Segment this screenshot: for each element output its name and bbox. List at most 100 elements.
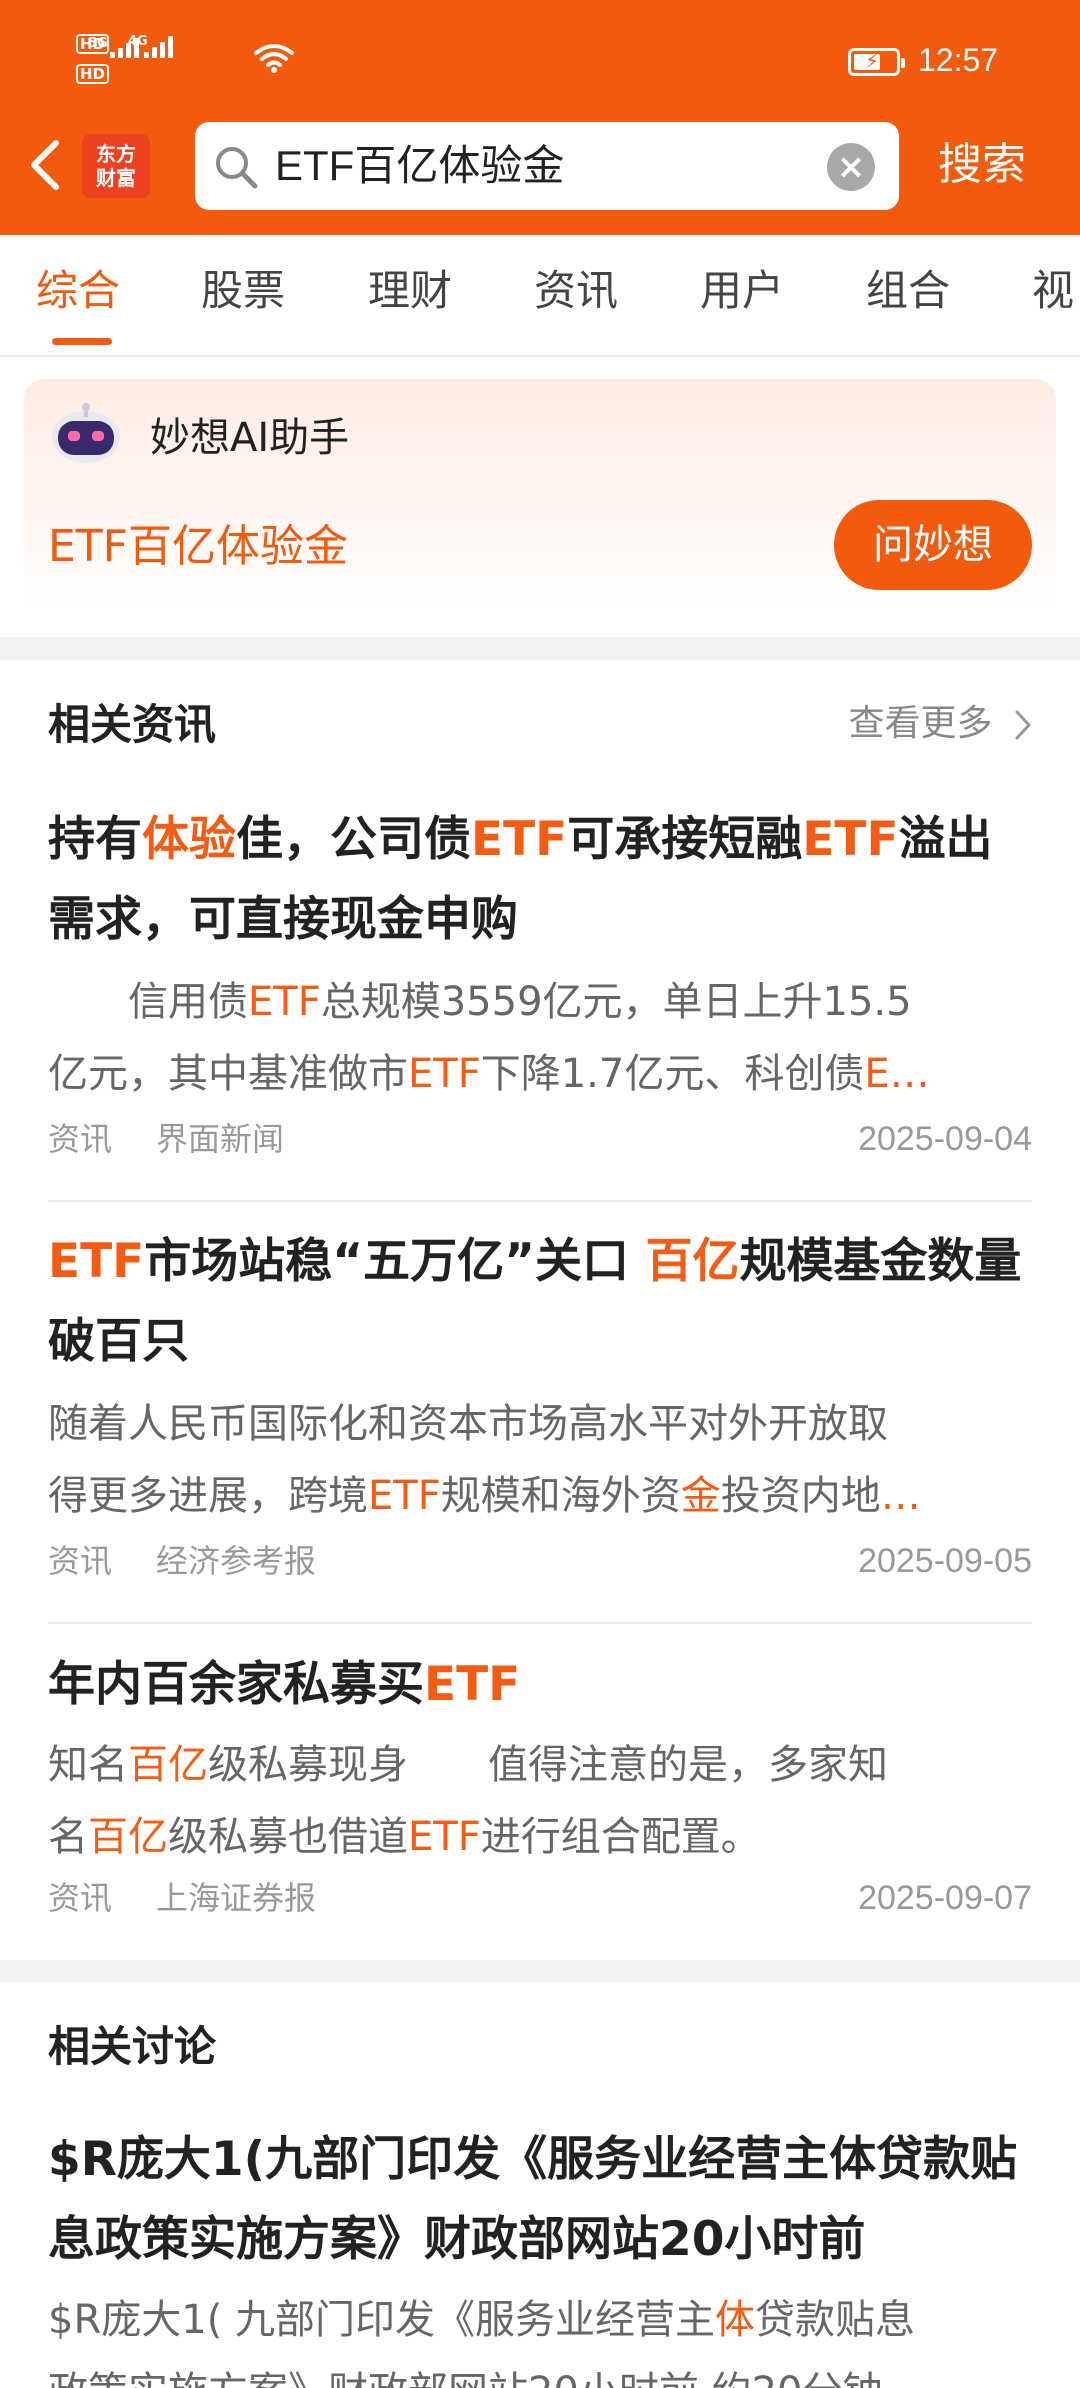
summary-line: 得更多进展，跨境ETF规模和海外资金投资内地… bbox=[48, 1460, 1032, 1532]
logo-line-1: 东方 bbox=[96, 142, 136, 166]
clear-search-icon[interactable]: × bbox=[827, 143, 875, 191]
text-run: 总规模3559亿元，单日上升15.5 bbox=[320, 979, 912, 1025]
news-item-meta: 资讯 上海证券报 2025-09-07 bbox=[48, 1873, 1032, 1923]
active-tab-indicator bbox=[52, 338, 112, 345]
sim1-net-label: 5G bbox=[88, 36, 108, 51]
highlight-text: 百亿 bbox=[88, 1814, 168, 1860]
text-run: 级私募现身 值得注意的是，多家知 bbox=[208, 1742, 888, 1788]
text-run: 年内百余家私募买 bbox=[48, 1657, 424, 1712]
news-item-summary: 知名百亿级私募现身 值得注意的是，多家知 名百亿级私募也借道ETF进行组合配置。 bbox=[48, 1729, 1032, 1873]
status-time: 12:57 bbox=[918, 42, 999, 78]
text-run: 得更多进展，跨境 bbox=[48, 1473, 368, 1519]
status-bar: HD HD 5G 4G ⚡ 12:57 bbox=[0, 0, 1080, 120]
tab-wealth[interactable]: 理财 bbox=[368, 263, 452, 319]
news-source: 上海证券报 bbox=[156, 1879, 317, 1917]
signal-bars-2-icon bbox=[144, 34, 173, 58]
text-run: 政策实施方案》财政部网站20小时前 约20分钟 bbox=[48, 2369, 883, 2388]
news-date: 2025-09-04 bbox=[858, 1120, 1032, 1158]
highlight-text: ETF bbox=[248, 979, 321, 1025]
view-more-link[interactable]: 查看更多 bbox=[849, 700, 1032, 748]
text-run: $R庞大1( 九部门印发《服务业经营主 bbox=[48, 2297, 716, 2343]
top-header: HD HD 5G 4G ⚡ 12:57 东方 财富 ETF百亿体验金 × 搜索 bbox=[0, 0, 1080, 235]
search-button[interactable]: 搜索 bbox=[938, 135, 1026, 195]
highlight-text: ETF bbox=[802, 812, 899, 867]
highlight-text: 体验 bbox=[142, 812, 236, 867]
summary-line: $R庞大1( 九部门印发《服务业经营主体贷款贴息 bbox=[48, 2284, 1032, 2356]
summary-line: 知名百亿级私募现身 值得注意的是，多家知 bbox=[48, 1729, 1032, 1801]
ai-query-text[interactable]: ETF百亿体验金 bbox=[48, 519, 348, 575]
highlight-text: E… bbox=[864, 1051, 930, 1097]
divider bbox=[48, 1200, 1032, 1202]
related-news-section: 相关资讯 查看更多 持有体验佳，公司债ETF可承接短融ETF溢出需求，可直接现金… bbox=[0, 660, 1080, 1960]
text-run: 规模和海外资 bbox=[440, 1473, 681, 1519]
app-logo: 东方 财富 bbox=[82, 134, 150, 198]
search-field[interactable]: ETF百亿体验金 × bbox=[195, 122, 899, 210]
highlight-text: 金 bbox=[680, 1473, 721, 1519]
wifi-icon bbox=[254, 44, 294, 73]
highlight-text: … bbox=[880, 1473, 921, 1519]
highlight-text: 百亿 bbox=[645, 1234, 740, 1289]
summary-line: 随着人民币国际化和资本市场高水平对外开放取 bbox=[48, 1388, 1032, 1460]
summary-line: 信用债ETF总规模3559亿元，单日上升15.5 bbox=[48, 966, 1032, 1038]
highlight-text: ETF bbox=[408, 1814, 481, 1860]
discussion-item[interactable]: $R庞大1(九部门印发《服务业经营主体贷款贴息政策实施方案》财政部网站20小时前… bbox=[48, 2120, 1032, 2388]
highlight-text: 体 bbox=[715, 2297, 756, 2343]
news-item-summary: 信用债ETF总规模3559亿元，单日上升15.5 亿元，其中基准做市ETF下降1… bbox=[48, 966, 1032, 1110]
tab-users[interactable]: 用户 bbox=[700, 263, 784, 319]
text-run: 知名 bbox=[48, 1742, 128, 1788]
text-run: 信用债 bbox=[48, 979, 248, 1025]
related-discussion-title: 相关讨论 bbox=[48, 2022, 217, 2071]
tab-news[interactable]: 资讯 bbox=[534, 263, 618, 319]
tab-stocks[interactable]: 股票 bbox=[201, 263, 285, 319]
news-item-meta: 资讯 经济参考报 2025-09-05 bbox=[48, 1536, 1032, 1586]
tab-comprehensive[interactable]: 综合 bbox=[36, 263, 120, 319]
highlight-text: ETF bbox=[471, 812, 568, 867]
news-item-meta: 资讯 界面新闻 2025-09-04 bbox=[48, 1114, 1032, 1164]
logo-line-2: 财富 bbox=[96, 166, 136, 190]
signal-indicators: HD HD 5G 4G bbox=[76, 34, 296, 94]
tab-portfolios[interactable]: 组合 bbox=[866, 263, 950, 319]
news-item-title[interactable]: ETF市场站稳“五万亿”关口 百亿规模基金数量破百只 bbox=[48, 1222, 1032, 1382]
news-date: 2025-09-07 bbox=[858, 1879, 1032, 1917]
discussion-item-summary: $R庞大1( 九部门印发《服务业经营主体贷款贴息 政策实施方案》财政部网站20小… bbox=[48, 2284, 1032, 2388]
text-run: 贷款贴息 bbox=[755, 2297, 916, 2343]
search-input-value[interactable]: ETF百亿体验金 bbox=[275, 140, 564, 192]
battery-icon: ⚡ bbox=[848, 48, 905, 76]
robot-avatar-icon bbox=[52, 403, 120, 463]
text-run: 亿元，其中基准做市 bbox=[48, 1051, 408, 1097]
text-run: 名 bbox=[48, 1814, 88, 1860]
related-news-title: 相关资讯 bbox=[48, 700, 217, 749]
text-run: 可承接短融 bbox=[567, 812, 803, 867]
summary-line: 名百亿级私募也借道ETF进行组合配置。 bbox=[48, 1801, 1032, 1873]
text-run: 佳，公司债 bbox=[236, 812, 471, 867]
news-category: 资讯 bbox=[48, 1542, 113, 1580]
highlight-text: ETF bbox=[48, 1234, 145, 1289]
news-category: 资讯 bbox=[48, 1120, 113, 1158]
news-item[interactable]: 年内百余家私募买ETF 知名百亿级私募现身 值得注意的是，多家知 名百亿级私募也… bbox=[48, 1645, 1032, 1923]
divider bbox=[48, 1622, 1032, 1624]
hd-badge-2: HD bbox=[76, 64, 110, 84]
text-run: 投资内地 bbox=[720, 1473, 881, 1519]
news-item[interactable]: 持有体验佳，公司债ETF可承接短融ETF溢出需求，可直接现金申购 信用债ETF总… bbox=[48, 800, 1032, 1164]
view-more-label[interactable]: 查看更多 bbox=[849, 703, 993, 744]
highlight-text: 百亿 bbox=[128, 1742, 208, 1788]
text-run: 市场站稳“五万亿”关口 bbox=[144, 1234, 646, 1289]
search-icon bbox=[216, 147, 258, 189]
category-tabs: 综合 股票 理财 资讯 用户 组合 视 bbox=[0, 235, 1080, 357]
news-item-title[interactable]: 年内百余家私募买ETF bbox=[48, 1645, 1032, 1725]
ai-assistant-card[interactable]: 妙想AI助手 ETF百亿体验金 问妙想 bbox=[24, 379, 1056, 611]
ask-ai-button[interactable]: 问妙想 bbox=[834, 500, 1032, 590]
text-run: 持有 bbox=[48, 812, 142, 867]
highlight-text: ETF bbox=[424, 1657, 521, 1712]
text-run: 随着人民币国际化和资本市场高水平对外开放取 bbox=[48, 1401, 888, 1447]
news-date: 2025-09-05 bbox=[858, 1542, 1032, 1580]
news-item-title[interactable]: 持有体验佳，公司债ETF可承接短融ETF溢出需求，可直接现金申购 bbox=[48, 800, 1032, 960]
summary-line: 亿元，其中基准做市ETF下降1.7亿元、科创债E… bbox=[48, 1038, 1032, 1110]
discussion-item-title[interactable]: $R庞大1(九部门印发《服务业经营主体贷款贴息政策实施方案》财政部网站20小时前 bbox=[48, 2120, 1032, 2280]
news-category: 资讯 bbox=[48, 1879, 113, 1917]
tab-video[interactable]: 视 bbox=[1032, 263, 1074, 319]
back-arrow-icon[interactable] bbox=[22, 135, 66, 195]
news-item[interactable]: ETF市场站稳“五万亿”关口 百亿规模基金数量破百只 随着人民币国际化和资本市场… bbox=[48, 1222, 1032, 1586]
highlight-text: ETF bbox=[368, 1473, 441, 1519]
text-run: 进行组合配置。 bbox=[480, 1814, 761, 1860]
